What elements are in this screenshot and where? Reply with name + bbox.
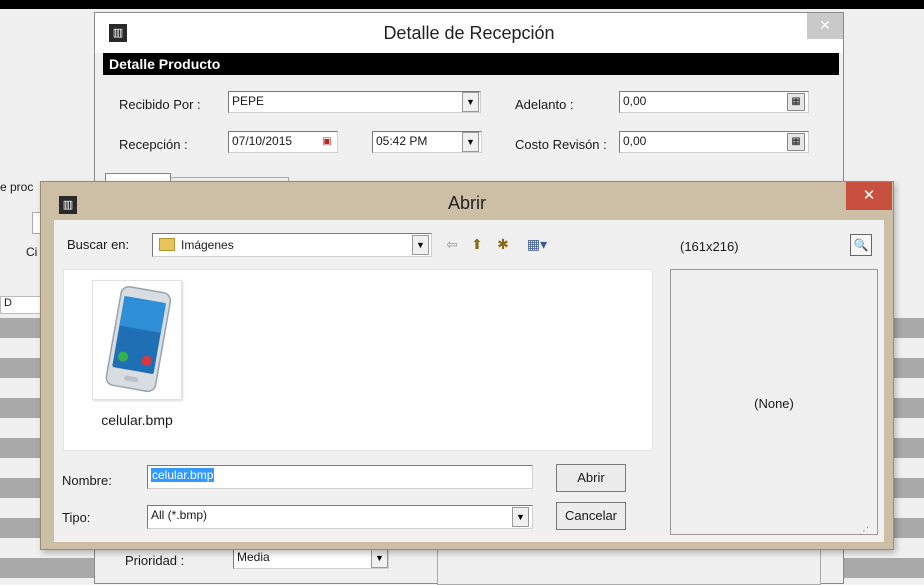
bg-partial-label: e proc bbox=[0, 180, 34, 194]
phone-image-icon bbox=[105, 285, 172, 393]
open-button[interactable]: Abrir bbox=[556, 464, 626, 492]
lookin-value: Imágenes bbox=[181, 238, 234, 252]
prioridad-value: Media bbox=[237, 550, 270, 564]
close-button[interactable]: ✕ bbox=[846, 182, 892, 210]
preview-empty-text: (None) bbox=[754, 396, 794, 411]
calendar-icon[interactable]: ▣ bbox=[319, 134, 335, 150]
file-thumbnail bbox=[92, 280, 182, 400]
dialog-body: Buscar en: Imágenes ▼ ⇦ ⬆ ✱ ▦▾ (161x216)… bbox=[54, 220, 884, 542]
costo-revision-value: 0,00 bbox=[623, 134, 647, 148]
file-list[interactable]: celular.bmp bbox=[63, 269, 653, 451]
adelanto-input[interactable]: 0,00 bbox=[619, 91, 809, 113]
new-folder-icon[interactable]: ✱ bbox=[493, 234, 513, 254]
file-name-label: celular.bmp bbox=[101, 412, 173, 428]
close-button[interactable]: ✕ bbox=[807, 13, 843, 39]
calculator-icon[interactable]: ▦ bbox=[787, 133, 805, 151]
section-header: Detalle Producto bbox=[103, 53, 839, 75]
nombre-label: Nombre: bbox=[62, 473, 112, 488]
back-arrow-icon[interactable]: ⇦ bbox=[442, 234, 462, 254]
tipo-select[interactable]: All (*.bmp) bbox=[147, 505, 533, 529]
chevron-down-icon[interactable]: ▼ bbox=[371, 548, 388, 568]
prioridad-select[interactable]: Media bbox=[233, 547, 389, 569]
lookin-label: Buscar en: bbox=[67, 237, 130, 252]
nombre-input[interactable]: celular.bmp bbox=[147, 465, 533, 489]
costo-revision-label: Costo Revisón : bbox=[515, 137, 607, 152]
nombre-value: celular.bmp bbox=[151, 468, 215, 482]
chevron-down-icon[interactable]: ▼ bbox=[412, 235, 429, 255]
chevron-down-icon[interactable]: ▼ bbox=[462, 92, 479, 112]
dialog-title: Abrir bbox=[447, 193, 486, 213]
preview-dimensions: (161x216) bbox=[680, 239, 739, 254]
recibido-select[interactable]: PEPE bbox=[228, 91, 481, 113]
bg-partial-label: Ci bbox=[26, 245, 38, 259]
tipo-value: All (*.bmp) bbox=[151, 508, 208, 522]
costo-revision-input[interactable]: 0,00 bbox=[619, 131, 809, 153]
dialog-title: Detalle de Recepción bbox=[383, 23, 555, 43]
recepcion-date-value: 07/10/2015 bbox=[232, 134, 293, 148]
recepcion-time-value: 05:42 PM bbox=[376, 134, 428, 148]
folder-icon bbox=[159, 238, 175, 251]
resize-grip-icon[interactable]: ⋰ bbox=[859, 526, 871, 538]
recepcion-label: Recepción : bbox=[119, 137, 188, 152]
preview-panel: (None) bbox=[670, 269, 878, 535]
chevron-down-icon[interactable]: ▼ bbox=[462, 132, 479, 152]
lookin-select[interactable]: Imágenes bbox=[152, 233, 432, 257]
recibido-label: Recibido Por : bbox=[119, 97, 201, 112]
adelanto-label: Adelanto : bbox=[515, 97, 574, 112]
adelanto-value: 0,00 bbox=[623, 94, 647, 108]
preview-toggle-icon[interactable]: 🔍 bbox=[850, 234, 872, 256]
file-item[interactable]: celular.bmp bbox=[80, 280, 190, 440]
cancel-button[interactable]: Cancelar bbox=[556, 502, 626, 530]
chevron-down-icon[interactable]: ▼ bbox=[512, 507, 529, 527]
recibido-value: PEPE bbox=[232, 94, 265, 108]
prioridad-label: Prioridad : bbox=[125, 553, 185, 568]
abrir-dialog: ▥ Abrir ✕ Buscar en: Imágenes ▼ ⇦ ⬆ ✱ ▦▾… bbox=[40, 181, 894, 550]
calculator-icon[interactable]: ▦ bbox=[787, 93, 805, 111]
dialog-titlebar: ▥ Detalle de Recepción ✕ bbox=[95, 13, 843, 53]
top-bar bbox=[0, 0, 924, 9]
tipo-label: Tipo: bbox=[62, 510, 91, 525]
view-menu-icon[interactable]: ▦▾ bbox=[520, 234, 554, 254]
up-folder-icon[interactable]: ⬆ bbox=[467, 234, 487, 254]
